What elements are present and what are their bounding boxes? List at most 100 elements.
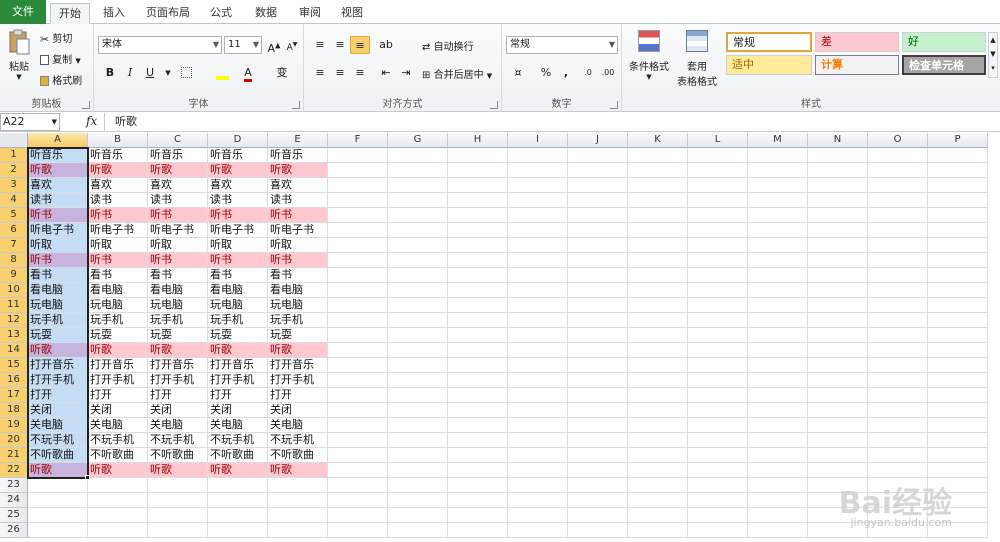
cell-p7[interactable] (928, 238, 988, 253)
cell-g23[interactable] (388, 478, 448, 493)
cell-n15[interactable] (808, 358, 868, 373)
row-header-4[interactable]: 4 (0, 193, 28, 208)
cell-b16[interactable]: 打开手机 (88, 373, 148, 388)
row-header-19[interactable]: 19 (0, 418, 28, 433)
align-left-icon[interactable]: ≡ (310, 64, 330, 82)
row-header-22[interactable]: 22 (0, 463, 28, 478)
merge-center-button[interactable]: ⊞ 合并后居中 ▼ (422, 66, 492, 81)
cell-l2[interactable] (688, 163, 748, 178)
cell-m14[interactable] (748, 343, 808, 358)
cell-l8[interactable] (688, 253, 748, 268)
cell-e23[interactable] (268, 478, 328, 493)
cell-o17[interactable] (868, 388, 928, 403)
cell-d23[interactable] (208, 478, 268, 493)
cell-m22[interactable] (748, 463, 808, 478)
cell-i26[interactable] (508, 523, 568, 538)
cell-c26[interactable] (148, 523, 208, 538)
cell-c8[interactable]: 听书 (148, 253, 208, 268)
cell-b18[interactable]: 关闭 (88, 403, 148, 418)
cell-h7[interactable] (448, 238, 508, 253)
cell-g20[interactable] (388, 433, 448, 448)
cell-i11[interactable] (508, 298, 568, 313)
cell-i9[interactable] (508, 268, 568, 283)
cell-m15[interactable] (748, 358, 808, 373)
row-header-8[interactable]: 8 (0, 253, 28, 268)
cell-n12[interactable] (808, 313, 868, 328)
column-header-o[interactable]: O (868, 133, 928, 148)
cell-a7[interactable]: 听取 (28, 238, 88, 253)
cell-l5[interactable] (688, 208, 748, 223)
cell-c1[interactable]: 听音乐 (148, 148, 208, 163)
cell-b25[interactable] (88, 508, 148, 523)
cell-j22[interactable] (568, 463, 628, 478)
cell-o14[interactable] (868, 343, 928, 358)
cell-p5[interactable] (928, 208, 988, 223)
cell-j18[interactable] (568, 403, 628, 418)
cell-k7[interactable] (628, 238, 688, 253)
cell-l14[interactable] (688, 343, 748, 358)
cell-f18[interactable] (328, 403, 388, 418)
cell-i2[interactable] (508, 163, 568, 178)
cell-c22[interactable]: 听歌 (148, 463, 208, 478)
cell-c25[interactable] (148, 508, 208, 523)
cell-p15[interactable] (928, 358, 988, 373)
cell-m26[interactable] (748, 523, 808, 538)
cell-j10[interactable] (568, 283, 628, 298)
cell-m17[interactable] (748, 388, 808, 403)
cell-e9[interactable]: 看书 (268, 268, 328, 283)
cell-l11[interactable] (688, 298, 748, 313)
cell-j15[interactable] (568, 358, 628, 373)
clipboard-launcher-icon[interactable] (82, 101, 90, 109)
cell-h19[interactable] (448, 418, 508, 433)
cell-l1[interactable] (688, 148, 748, 163)
cell-d25[interactable] (208, 508, 268, 523)
cell-l17[interactable] (688, 388, 748, 403)
row-header-1[interactable]: 1 (0, 148, 28, 163)
cell-j20[interactable] (568, 433, 628, 448)
cell-h14[interactable] (448, 343, 508, 358)
align-middle-icon[interactable]: ≡ (330, 36, 350, 54)
cell-d9[interactable]: 看书 (208, 268, 268, 283)
column-header-d[interactable]: D (208, 133, 268, 148)
cell-h17[interactable] (448, 388, 508, 403)
cell-c16[interactable]: 打开手机 (148, 373, 208, 388)
cell-c6[interactable]: 听电子书 (148, 223, 208, 238)
cell-l24[interactable] (688, 493, 748, 508)
insert-function-icon[interactable]: fx (86, 114, 97, 128)
cell-e4[interactable]: 读书 (268, 193, 328, 208)
cell-e26[interactable] (268, 523, 328, 538)
cell-f12[interactable] (328, 313, 388, 328)
cell-n7[interactable] (808, 238, 868, 253)
cell-l21[interactable] (688, 448, 748, 463)
fill-color-button[interactable] (212, 64, 232, 82)
cell-p8[interactable] (928, 253, 988, 268)
cell-f15[interactable] (328, 358, 388, 373)
row-header-7[interactable]: 7 (0, 238, 28, 253)
cell-o22[interactable] (868, 463, 928, 478)
cell-b1[interactable]: 听音乐 (88, 148, 148, 163)
cell-d1[interactable]: 听音乐 (208, 148, 268, 163)
cell-j26[interactable] (568, 523, 628, 538)
cell-p18[interactable] (928, 403, 988, 418)
cell-c19[interactable]: 关电脑 (148, 418, 208, 433)
bold-button[interactable]: B (100, 64, 120, 82)
shrink-font-button[interactable]: A▼ (282, 36, 302, 54)
align-bottom-icon[interactable]: ≡ (350, 36, 370, 54)
row-header-20[interactable]: 20 (0, 433, 28, 448)
italic-button[interactable]: I (120, 64, 140, 82)
tab-data[interactable]: 数据 (248, 3, 284, 24)
column-header-j[interactable]: J (568, 133, 628, 148)
cell-m8[interactable] (748, 253, 808, 268)
cell-e7[interactable]: 听取 (268, 238, 328, 253)
tab-review[interactable]: 审阅 (292, 3, 328, 24)
cell-h8[interactable] (448, 253, 508, 268)
cell-a18[interactable]: 关闭 (28, 403, 88, 418)
cell-n16[interactable] (808, 373, 868, 388)
cell-h5[interactable] (448, 208, 508, 223)
cell-j2[interactable] (568, 163, 628, 178)
cell-f3[interactable] (328, 178, 388, 193)
cell-k20[interactable] (628, 433, 688, 448)
cell-g3[interactable] (388, 178, 448, 193)
cell-c7[interactable]: 听取 (148, 238, 208, 253)
cell-d22[interactable]: 听歌 (208, 463, 268, 478)
